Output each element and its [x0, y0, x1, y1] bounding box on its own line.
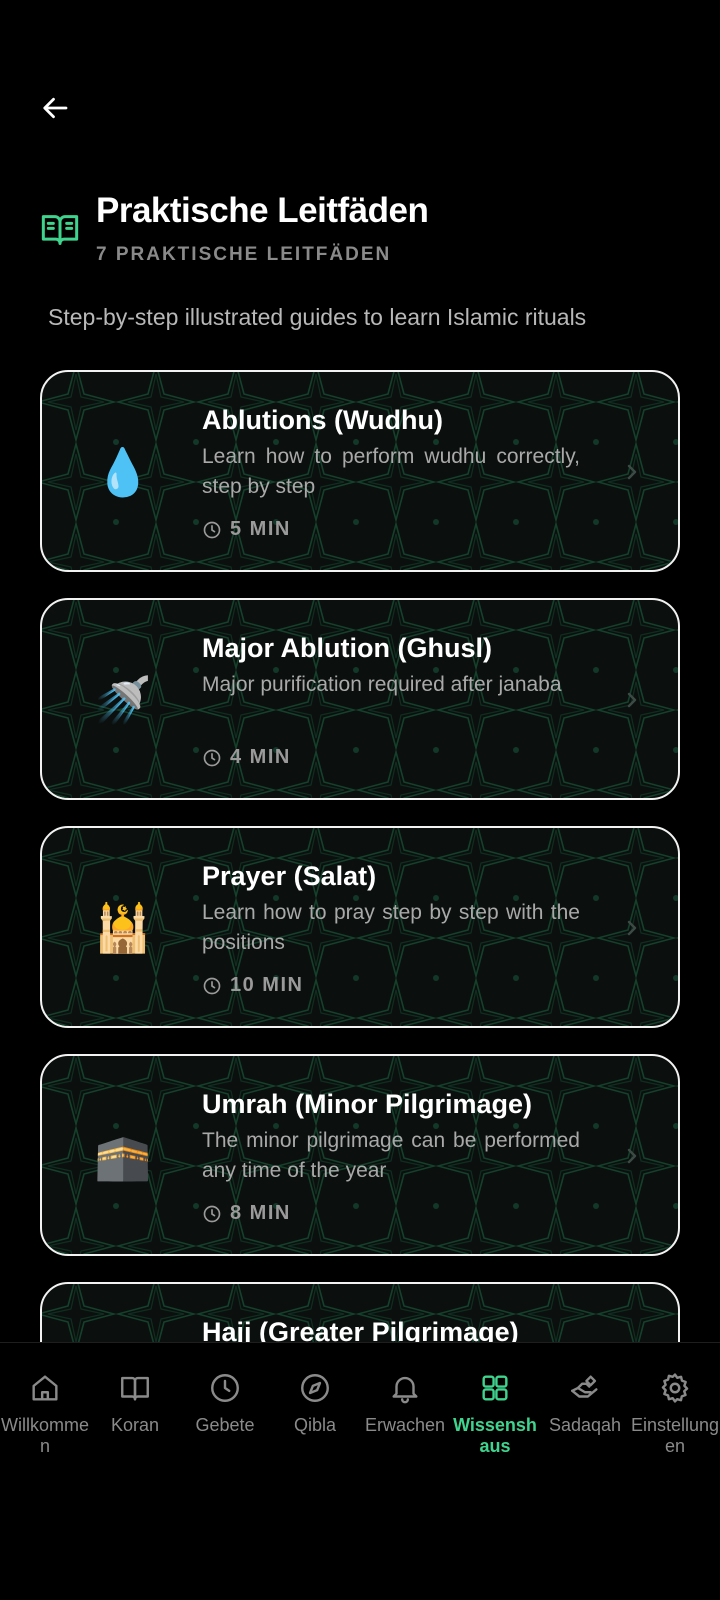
- page-description: Step-by-step illustrated guides to learn…: [48, 304, 587, 330]
- chevron-right-icon: [627, 692, 637, 708]
- page-header: Praktische Leitfäden 7 PRAKTISCHE LEITFÄ…: [40, 190, 429, 266]
- nav-item-wissenshaus[interactable]: Wissenshaus: [450, 1371, 540, 1600]
- guide-description: Major purification required after janaba: [202, 673, 562, 696]
- guide-card[interactable]: 🕌 Prayer (Salat) Learn how to pray step …: [40, 826, 680, 1028]
- guide-list: 💧 Ablutions (Wudhu) Learn how to perform…: [40, 370, 680, 1342]
- guide-duration: 5 MIN: [202, 518, 291, 541]
- clock-icon: [203, 977, 221, 994]
- chevron-right-icon: [627, 464, 637, 480]
- guide-duration: 10 MIN: [202, 974, 303, 997]
- guide-title: Umrah (Minor Pilgrimage): [202, 1089, 533, 1119]
- guide-title: Major Ablution (Ghusl): [202, 633, 492, 663]
- water-drop-icon: 💧: [94, 445, 152, 499]
- gear-icon: [661, 1373, 689, 1403]
- bottom-navigation: Willkommen Koran Gebete Qibla Erwachen W…: [0, 1342, 720, 1600]
- guide-card[interactable]: 💧 Ablutions (Wudhu) Learn how to perform…: [40, 370, 680, 572]
- nav-item-koran[interactable]: Koran: [90, 1371, 180, 1600]
- bell-icon: [392, 1376, 418, 1404]
- clock-icon: [211, 1374, 239, 1402]
- arrow-left-icon: [43, 97, 68, 119]
- guide-description: Learn how to perform wudhu correctly, st…: [202, 445, 580, 498]
- nav-label: Wissenshaus: [453, 1415, 537, 1456]
- nav-item-sadaqah[interactable]: Sadaqah: [540, 1371, 630, 1600]
- shower-icon: 🚿: [94, 673, 152, 727]
- home-icon: [32, 1375, 58, 1401]
- compass-icon: [301, 1374, 329, 1402]
- nav-label: Erwachen: [364, 1415, 446, 1435]
- guide-count: 7 PRAKTISCHE LEITFÄDEN: [96, 244, 392, 265]
- nav-item-qibla[interactable]: Qibla: [270, 1371, 360, 1600]
- clock-icon: [203, 749, 221, 766]
- guide-description: The minor pilgrimage can be performed an…: [202, 1129, 580, 1182]
- nav-label: Qibla: [293, 1415, 337, 1435]
- nav-item-gebete[interactable]: Gebete: [180, 1371, 270, 1600]
- nav-label: Gebete: [195, 1415, 255, 1435]
- kaaba-icon: 🕋: [94, 1129, 152, 1183]
- guide-title: Prayer (Salat): [202, 861, 377, 891]
- clock-icon: [203, 521, 221, 538]
- guide-card[interactable]: Hajj (Greater Pilgrimage): [40, 1282, 680, 1342]
- open-book-icon: [41, 215, 79, 245]
- page-title: Praktische Leitfäden: [96, 191, 429, 230]
- duration-label: 5 MIN: [230, 518, 291, 540]
- guide-card[interactable]: 🕋 Umrah (Minor Pilgrimage) The minor pil…: [40, 1054, 680, 1256]
- mosque-icon: 🕌: [94, 901, 152, 955]
- guide-card[interactable]: 🚿 Major Ablution (Ghusl) Major purificat…: [40, 598, 680, 800]
- chevron-right-icon: [627, 920, 637, 936]
- book-icon: [121, 1376, 149, 1401]
- grid-icon: [482, 1375, 508, 1401]
- nav-label: Sadaqah: [548, 1415, 622, 1435]
- guide-duration: 8 MIN: [202, 1202, 291, 1225]
- nav-label: Willkommen: [1, 1415, 89, 1456]
- guide-description: Learn how to pray step by step with the …: [202, 901, 580, 954]
- clock-icon: [203, 1205, 221, 1222]
- nav-label: Koran: [110, 1415, 160, 1435]
- back-button[interactable]: [36, 88, 76, 128]
- guide-duration: 4 MIN: [202, 746, 291, 769]
- nav-item-einstellungen[interactable]: Einstellungen: [630, 1371, 720, 1600]
- nav-item-erwachen[interactable]: Erwachen: [360, 1371, 450, 1600]
- nav-label: Einstellungen: [630, 1415, 720, 1456]
- duration-label: 10 MIN: [230, 974, 304, 996]
- chevron-right-icon: [627, 1148, 637, 1164]
- duration-label: 4 MIN: [230, 746, 291, 768]
- guide-title: Ablutions (Wudhu): [202, 405, 443, 435]
- duration-label: 8 MIN: [230, 1202, 291, 1224]
- charity-hand-icon: [571, 1375, 598, 1398]
- nav-item-willkommen[interactable]: Willkommen: [0, 1371, 90, 1600]
- guide-title: Hajj (Greater Pilgrimage): [202, 1317, 519, 1342]
